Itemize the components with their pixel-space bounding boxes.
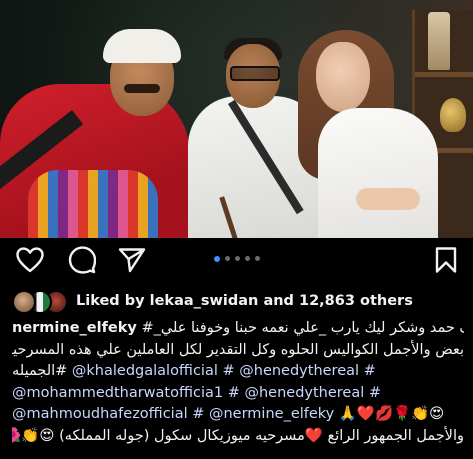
caption-line: بعض والأجمل الكواليس الحلوه وكل التقدير … [12, 340, 464, 362]
person-middle-glasses [230, 66, 280, 81]
caption-line: nermine_elfeky الف حمد وشكر ليك يارب _عل… [12, 318, 464, 340]
mention-link[interactable]: @henedythereal [244, 385, 364, 401]
post-caption: nermine_elfeky الف حمد وشكر ليك يارب _عل… [12, 318, 464, 447]
caption-username[interactable]: nermine_elfeky [12, 320, 137, 336]
carousel-dot [254, 256, 260, 261]
mention-link[interactable]: @mohammedtharwatofficia1 [12, 385, 223, 401]
hashtag-link[interactable]: # [364, 363, 376, 379]
shelf-board [415, 72, 473, 77]
likes-summary: Liked by lekaa_swidan and 12,863 others [76, 293, 413, 309]
hashtag-link[interactable]: # [192, 406, 204, 422]
liked-by-label: Liked by [76, 293, 145, 309]
caption-line: الجميله# @khaledgalalofficial # @henedyt… [12, 361, 464, 383]
post-photo[interactable] [0, 0, 473, 238]
liker-username[interactable]: lekaa_swidan [150, 293, 259, 309]
avatar [12, 290, 36, 314]
lantern [428, 12, 450, 70]
caption-emoji: 🙏❤️💋🌹👏😍 [338, 406, 445, 422]
person-left-cap [103, 29, 181, 63]
likes-count[interactable]: 12,863 others [299, 293, 413, 309]
mention-link[interactable]: @nermine_elfeky [209, 406, 334, 422]
caption-line: @mohammedtharwatofficia1 # @henedytherea… [12, 383, 464, 405]
carousel-dot [224, 256, 230, 261]
person-left-colorful-belt [28, 170, 158, 238]
person-right-arm [356, 188, 420, 210]
post-action-bar [0, 238, 473, 284]
person-right-dress [318, 108, 438, 238]
likes-conjunction: and [263, 293, 294, 309]
mention-link[interactable]: @khaledgalalofficial [72, 363, 218, 379]
person-right-face [316, 42, 370, 112]
mention-link[interactable]: @henedythereal [239, 363, 359, 379]
carousel-dot [244, 256, 250, 261]
mention-link[interactable]: @mahmoudhafezofficial [12, 406, 188, 422]
hashtag-link[interactable]: # [369, 385, 381, 401]
hashtag-link[interactable]: # [228, 385, 240, 401]
carousel-indicator [0, 255, 473, 264]
hashtag-link[interactable]: # [222, 363, 234, 379]
caption-line: @mahmoudhafezofficial # @nermine_elfeky … [12, 404, 464, 426]
likes-row[interactable]: Liked by lekaa_swidan and 12,863 others [12, 288, 472, 314]
liker-avatars[interactable] [12, 289, 70, 314]
person-left-moustache [124, 84, 160, 93]
caption-text: والأجمل الجمهور الرائع ❤️مسرحيه ميوزيكال… [59, 427, 464, 444]
caption-hashtag[interactable]: الجميله# [12, 363, 67, 379]
caption-line: والأجمل الجمهور الرائع ❤️مسرحيه ميوزيكال… [12, 426, 464, 448]
bookmark-icon [435, 247, 457, 273]
caption-emoji: 😍👏🌺 [12, 427, 55, 444]
carousel-dot [234, 256, 240, 261]
caption-text: بعض والأجمل الكواليس الحلوه وكل التقدير … [12, 341, 464, 358]
brass-teapot [440, 98, 466, 132]
save-button[interactable] [432, 246, 460, 274]
carousel-dot-active [213, 255, 220, 262]
caption-text: الف حمد وشكر ليك يارب _علي نعمه حبنا وخو… [141, 320, 464, 336]
